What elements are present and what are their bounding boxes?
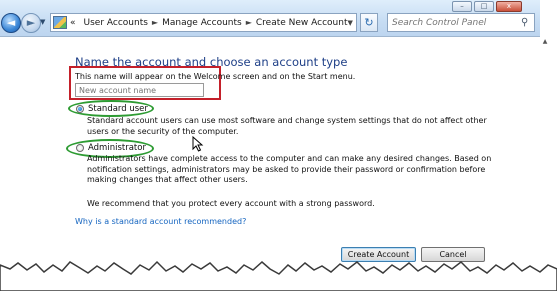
administrator-radio[interactable] [76, 144, 84, 152]
control-panel-icon [53, 16, 67, 29]
breadcrumb-create-new-account[interactable]: Create New Account [256, 18, 348, 28]
torn-edge-decoration [0, 260, 557, 291]
standard-user-radio[interactable] [76, 105, 84, 113]
breadcrumb-separator-icon[interactable]: ► [246, 18, 252, 27]
scroll-up-icon[interactable]: ▲ [540, 37, 550, 47]
window-controls: – □ x [452, 1, 522, 12]
password-recommendation: We recommend that you protect every acco… [87, 199, 375, 208]
breadcrumb-separator-icon[interactable]: ► [152, 18, 158, 27]
breadcrumb-overflow[interactable]: « [70, 18, 76, 28]
search-input[interactable] [388, 17, 520, 28]
administrator-label[interactable]: Administrator [88, 143, 146, 153]
main-content: Name the account and choose an account t… [0, 37, 540, 277]
recent-pages-dropdown-icon[interactable]: ▼ [40, 18, 45, 26]
mouse-pointer-icon [192, 136, 204, 152]
administrator-description: Administrators have complete access to t… [87, 154, 492, 184]
back-arrow-icon[interactable]: ◄ [1, 13, 21, 33]
search-icon[interactable]: ⚲ [521, 17, 528, 28]
address-bar[interactable]: « User Accounts ► Manage Accounts ► Crea… [50, 13, 357, 32]
forward-arrow-icon[interactable]: ► [21, 13, 41, 33]
screenshot: – □ x ◄ ► ▼ « User Accounts ► Manage Acc… [0, 0, 557, 291]
search-box[interactable]: ⚲ [387, 13, 535, 32]
refresh-icon[interactable]: ↻ [360, 13, 378, 32]
account-name-note: This name will appear on the Welcome scr… [75, 72, 356, 81]
minimize-button[interactable]: – [452, 1, 472, 12]
breadcrumb-user-accounts[interactable]: User Accounts [84, 18, 148, 28]
standard-user-description: Standard account users can use most soft… [87, 116, 487, 136]
standard-user-label[interactable]: Standard user [88, 104, 148, 114]
maximize-button[interactable]: □ [474, 1, 494, 12]
address-dropdown-icon[interactable]: ▼ [347, 19, 352, 27]
account-name-input[interactable] [75, 83, 204, 97]
breadcrumb-manage-accounts[interactable]: Manage Accounts [162, 18, 242, 28]
administrator-option[interactable]: Administrator [76, 143, 146, 153]
close-button[interactable]: x [496, 1, 522, 12]
navigation-bar: – □ x ◄ ► ▼ « User Accounts ► Manage Acc… [0, 0, 540, 37]
why-standard-account-link[interactable]: Why is a standard account recommended? [75, 217, 246, 226]
standard-user-option[interactable]: Standard user [76, 104, 148, 114]
